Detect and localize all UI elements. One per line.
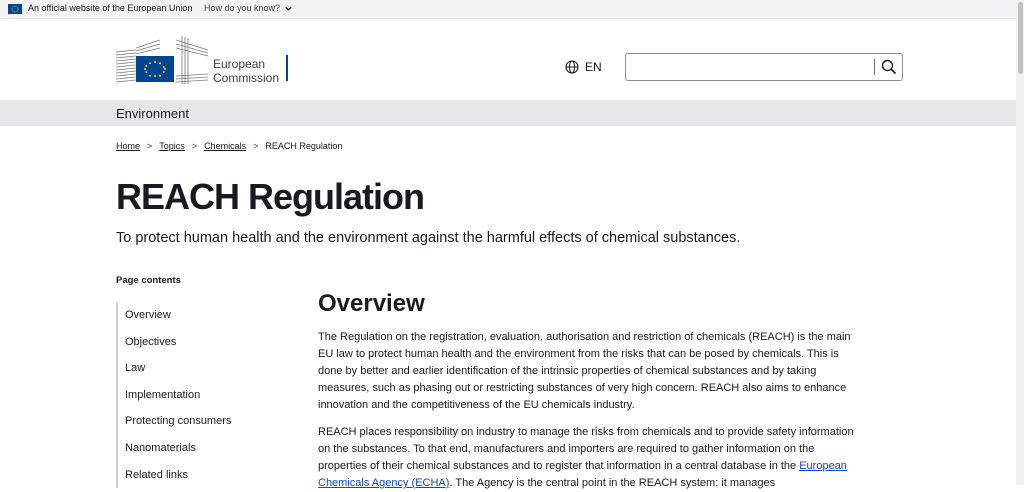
language-code: EN: [585, 60, 602, 74]
page-contents-nav: Overview Objectives Law Implementation P…: [116, 302, 268, 489]
chevron-right-icon: >: [191, 141, 198, 151]
how-do-you-know-label: How do you know?: [204, 3, 281, 13]
eu-flag-icon: [8, 4, 22, 14]
official-website-text: An official website of the European Unio…: [28, 3, 193, 13]
language-selector[interactable]: EN: [565, 60, 602, 74]
site-name[interactable]: Environment: [116, 106, 189, 121]
page-contents-item-implementation[interactable]: Implementation: [118, 382, 268, 409]
page-title: REACH Regulation: [116, 176, 425, 217]
paragraph-2-text-end: . The Agency is the central point in the…: [449, 477, 776, 489]
search-icon: [881, 59, 897, 75]
page-contents-title: Page contents: [116, 275, 181, 286]
scrollbar-thumb[interactable]: [1018, 2, 1023, 74]
page-subtitle: To protect human health and the environm…: [116, 230, 741, 246]
chevron-down-icon: [285, 6, 292, 11]
paragraph-2-text: REACH places responsibility on industry …: [318, 426, 854, 472]
breadcrumb: Home > Topics > Chemicals > REACH Regula…: [116, 141, 342, 151]
search-button[interactable]: [880, 58, 898, 76]
page-contents-item-objectives[interactable]: Objectives: [118, 329, 268, 356]
search-input[interactable]: [625, 53, 903, 81]
page-scrollbar[interactable]: [1016, 0, 1024, 485]
eu-official-banner: An official website of the European Unio…: [0, 0, 1016, 19]
globe-icon: [565, 60, 579, 74]
breadcrumb-home[interactable]: Home: [116, 141, 140, 151]
page-contents-item-protecting-consumers[interactable]: Protecting consumers: [118, 408, 268, 435]
logo-line-2: Commission: [213, 71, 280, 85]
logo-wordmark: European Commission: [213, 57, 279, 85]
logo-line-1: European: [213, 57, 266, 71]
page-contents-item-law[interactable]: Law: [118, 355, 268, 382]
search-divider: [874, 59, 875, 75]
page-contents-item-related-links[interactable]: Related links: [118, 462, 268, 489]
chevron-right-icon: >: [253, 141, 259, 151]
how-do-you-know-toggle[interactable]: How do you know?: [204, 3, 293, 13]
overview-paragraph-1: The Regulation on the registration, eval…: [318, 331, 851, 411]
logo-divider: [286, 55, 288, 81]
chevron-right-icon: >: [147, 141, 153, 151]
overview-paragraph-2: REACH places responsibility on industry …: [318, 424, 863, 492]
breadcrumb-chemicals[interactable]: Chemicals: [204, 141, 246, 151]
page-contents-item-nanomaterials[interactable]: Nanomaterials: [118, 435, 268, 462]
breadcrumb-current: REACH Regulation: [265, 141, 343, 151]
overview-heading: Overview: [318, 290, 425, 317]
page-contents-item-overview[interactable]: Overview: [118, 302, 268, 329]
breadcrumb-topics[interactable]: Topics: [159, 141, 185, 151]
